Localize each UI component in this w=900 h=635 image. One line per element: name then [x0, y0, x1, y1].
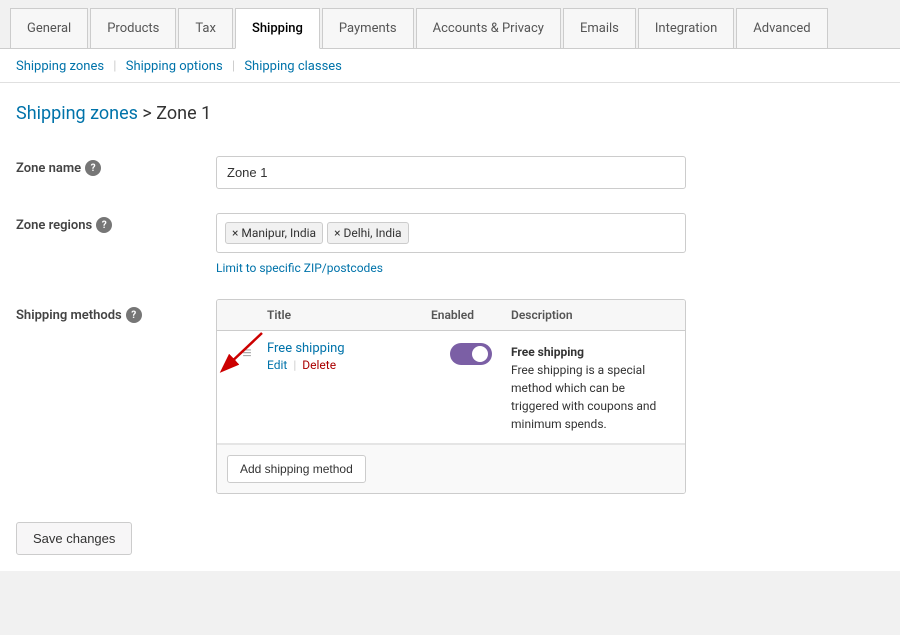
zone-regions-label: Zone regions — [16, 218, 92, 233]
add-shipping-method-button[interactable]: Add shipping method — [227, 455, 366, 483]
tab-tax[interactable]: Tax — [178, 8, 233, 48]
tab-emails[interactable]: Emails — [563, 8, 636, 48]
tag-delhi-text: × Delhi, India — [334, 226, 402, 240]
method-description-col: Free shipping Free shipping is a special… — [511, 341, 675, 433]
method-title-col: Free shipping — [267, 341, 431, 372]
save-changes-button[interactable]: Save changes — [16, 522, 132, 555]
shipping-methods-label: Shipping methods — [16, 308, 122, 323]
method-enabled-col — [431, 341, 511, 365]
tab-products[interactable]: Products — [90, 8, 176, 48]
col-enabled: Enabled — [431, 308, 511, 322]
methods-table-header: Title Enabled Description — [217, 300, 685, 331]
subnav-shipping-classes[interactable]: Shipping classes — [244, 59, 342, 74]
shipping-methods-table: Title Enabled Description ≡ Free shippin… — [216, 299, 686, 494]
col-title: Title — [267, 308, 431, 322]
shipping-methods-help-icon[interactable]: ? — [126, 307, 142, 323]
shipping-methods-label-wrap: Shipping methods ? — [16, 307, 206, 323]
zone-name-row: Zone name ? — [16, 144, 884, 201]
tag-manipur-text: × Manipur, India — [232, 226, 316, 240]
subnav-separator-1: | — [113, 59, 116, 74]
tab-advanced[interactable]: Advanced — [736, 8, 827, 48]
zone-name-help-icon[interactable]: ? — [85, 160, 101, 176]
sub-navigation: Shipping zones | Shipping options | Ship… — [0, 49, 900, 83]
col-description: Description — [511, 308, 675, 322]
toggle-slider — [450, 343, 492, 365]
breadcrumb-current: Zone 1 — [156, 103, 211, 124]
method-actions: Edit | Delete — [267, 358, 431, 372]
method-action-sep: | — [293, 358, 296, 372]
method-delete-link[interactable]: Delete — [302, 358, 336, 372]
tag-manipur: × Manipur, India — [225, 222, 323, 244]
method-description-text: Free shipping is a special method which … — [511, 363, 656, 431]
subnav-separator-2: | — [232, 59, 235, 74]
zone-name-label-wrap: Zone name ? — [16, 160, 206, 176]
tab-payments[interactable]: Payments — [322, 8, 414, 48]
table-row: ≡ Free shipping — [217, 331, 685, 444]
content-area: Shipping zones > Zone 1 Zone name ? — [0, 83, 900, 571]
nav-tabs: General Products Tax Shipping Payments A… — [0, 0, 900, 49]
zone-name-input[interactable] — [216, 156, 686, 189]
tab-shipping[interactable]: Shipping — [235, 8, 320, 49]
tag-delhi: × Delhi, India — [327, 222, 409, 244]
save-wrap: Save changes — [16, 506, 884, 555]
breadcrumb-link[interactable]: Shipping zones — [16, 103, 138, 124]
zone-regions-label-wrap: Zone regions ? — [16, 217, 206, 233]
drag-handle-icon[interactable]: ≡ — [227, 341, 267, 363]
zone-name-label: Zone name — [16, 161, 81, 176]
breadcrumb: Shipping zones > Zone 1 — [16, 103, 884, 124]
col-drag — [227, 308, 267, 322]
tab-general[interactable]: General — [10, 8, 88, 48]
zone-regions-help-icon[interactable]: ? — [96, 217, 112, 233]
method-title-link[interactable]: Free shipping — [267, 341, 431, 356]
tab-integration[interactable]: Integration — [638, 8, 734, 48]
subnav-shipping-options[interactable]: Shipping options — [126, 59, 223, 74]
zone-regions-input[interactable]: × Manipur, India × Delhi, India — [216, 213, 686, 253]
method-description-title: Free shipping — [511, 345, 584, 359]
zip-link[interactable]: Limit to specific ZIP/postcodes — [216, 261, 884, 275]
shipping-methods-row: Shipping methods ? Title Enabled Descrip… — [16, 287, 884, 506]
add-method-wrap: Add shipping method — [217, 444, 685, 493]
method-toggle[interactable] — [450, 343, 492, 365]
tab-accounts-privacy[interactable]: Accounts & Privacy — [416, 8, 561, 48]
settings-form: Zone name ? Zone regions ? — [16, 144, 884, 506]
zone-regions-row: Zone regions ? × Manipur, India × Delhi,… — [16, 201, 884, 287]
method-edit-link[interactable]: Edit — [267, 358, 287, 372]
subnav-shipping-zones[interactable]: Shipping zones — [16, 59, 104, 74]
arrow-container: Edit — [267, 358, 287, 372]
breadcrumb-separator: > — [142, 103, 156, 124]
